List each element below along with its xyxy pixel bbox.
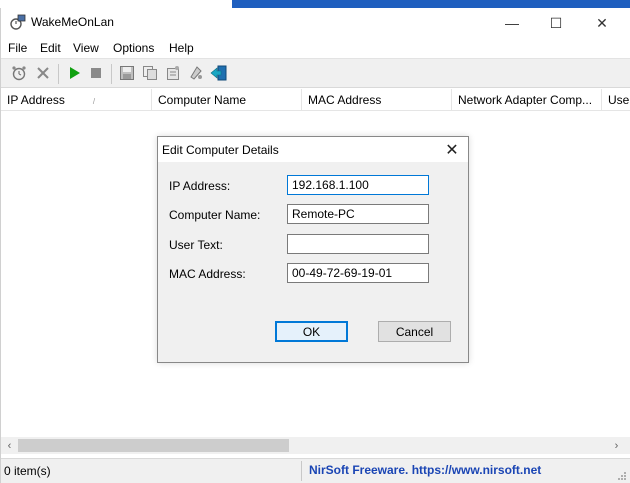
column-computer-name[interactable]: Computer Name	[152, 89, 302, 111]
cancel-button[interactable]: Cancel	[378, 321, 451, 342]
ip-address-label: IP Address:	[169, 179, 231, 193]
scroll-left-icon[interactable]: ‹	[1, 437, 18, 454]
column-ip-address[interactable]: IP Address /	[1, 89, 152, 111]
exit-icon[interactable]	[210, 64, 228, 82]
user-text-label: User Text:	[169, 238, 223, 252]
menu-help[interactable]: Help	[169, 41, 194, 55]
toolbar	[1, 58, 630, 88]
scroll-right-icon[interactable]: ›	[608, 437, 625, 454]
computer-name-field[interactable]	[287, 204, 429, 224]
menu-view[interactable]: View	[73, 41, 99, 55]
copy-icon[interactable]	[141, 64, 159, 82]
computer-name-label: Computer Name:	[169, 208, 261, 222]
taskbar-strip-highlight	[232, 0, 630, 8]
refresh-icon[interactable]	[187, 64, 205, 82]
column-mac-address[interactable]: MAC Address	[302, 89, 452, 111]
minimize-button[interactable]: —	[489, 8, 535, 38]
menu-bar: File Edit View Options Help	[1, 38, 630, 58]
sort-indicator-icon: /	[92, 97, 96, 106]
delete-icon[interactable]	[34, 64, 52, 82]
resize-grip-icon[interactable]	[617, 470, 627, 480]
maximize-button[interactable]: ☐	[533, 8, 579, 38]
mac-address-field[interactable]	[287, 263, 429, 283]
column-user-text[interactable]: Use	[602, 89, 630, 111]
ok-button[interactable]: OK	[275, 321, 348, 342]
dialog-title-bar[interactable]: Edit Computer Details ✕	[158, 137, 468, 162]
window-title: WakeMeOnLan	[31, 15, 114, 29]
properties-icon[interactable]	[164, 64, 182, 82]
alarm-clock-icon[interactable]	[10, 64, 28, 82]
taskbar-strip	[0, 0, 630, 8]
menu-file[interactable]: File	[8, 41, 27, 55]
toolbar-separator	[58, 64, 59, 84]
status-bar: 0 item(s) NirSoft Freeware. https://www.…	[1, 458, 630, 483]
start-icon[interactable]	[65, 64, 83, 82]
save-icon[interactable]	[118, 64, 136, 82]
item-count: 0 item(s)	[4, 464, 51, 478]
dialog-close-button[interactable]: ✕	[442, 140, 462, 160]
ip-address-field[interactable]	[287, 175, 429, 195]
app-window: WakeMeOnLan — ☐ ✕ File Edit View Options…	[0, 8, 630, 483]
title-bar[interactable]: WakeMeOnLan — ☐ ✕	[1, 8, 630, 38]
menu-options[interactable]: Options	[113, 41, 154, 55]
menu-edit[interactable]: Edit	[40, 41, 61, 55]
user-text-field[interactable]	[287, 234, 429, 254]
column-network-adapter[interactable]: Network Adapter Comp...	[452, 89, 602, 111]
scroll-thumb[interactable]	[18, 439, 289, 452]
dialog-title: Edit Computer Details	[162, 143, 279, 157]
close-button[interactable]: ✕	[579, 8, 625, 38]
toolbar-separator	[111, 64, 112, 84]
status-divider	[301, 461, 302, 481]
edit-computer-dialog: Edit Computer Details ✕ IP Address: Comp…	[157, 136, 469, 363]
nirsoft-link[interactable]: NirSoft Freeware. https://www.nirsoft.ne…	[309, 463, 541, 477]
stop-icon[interactable]	[87, 64, 105, 82]
horizontal-scrollbar[interactable]: ‹ ›	[1, 437, 630, 454]
mac-address-label: MAC Address:	[169, 267, 246, 281]
list-header: IP Address / Computer Name MAC Address Ne…	[1, 89, 630, 111]
column-ip-address-label: IP Address	[7, 93, 65, 107]
app-icon	[10, 14, 26, 30]
